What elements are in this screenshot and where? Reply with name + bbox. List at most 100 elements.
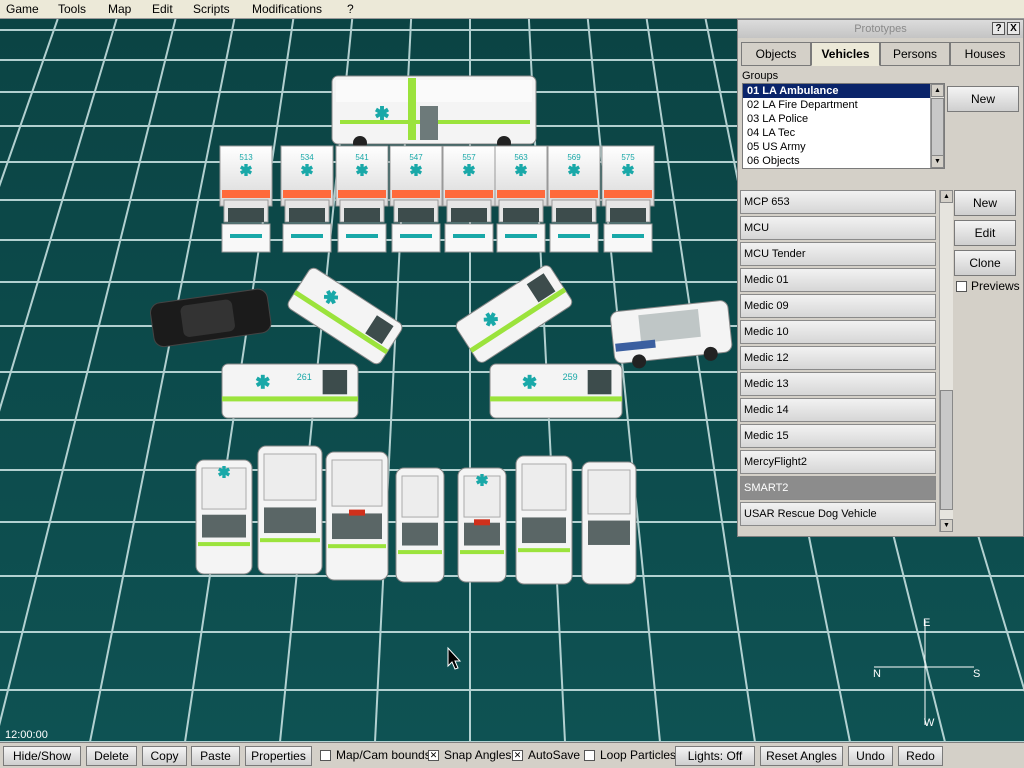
- compass-north-label: N: [873, 668, 881, 680]
- vehicle-list-item[interactable]: Medic 14: [740, 398, 936, 422]
- vehicle-list-item[interactable]: MercyFlight2: [740, 450, 936, 474]
- vehicle-list[interactable]: MCP 653 MCU MCU Tender Medic 01 Medic 09 Medi…: [740, 190, 950, 532]
- response-vehicle: [257, 445, 323, 575]
- response-vehicle: [195, 459, 253, 575]
- menu-game[interactable]: Game: [6, 2, 39, 16]
- edit-vehicle-button[interactable]: Edit: [954, 220, 1016, 246]
- loop-particles-checkbox[interactable]: [584, 750, 595, 761]
- vehicle-list-item[interactable]: MCU Tender: [740, 242, 936, 266]
- copy-button[interactable]: Copy: [142, 746, 187, 766]
- vehicle-list-item[interactable]: Medic 15: [740, 424, 936, 448]
- bus-vehicle: [331, 75, 537, 150]
- unit-number: 534: [300, 153, 314, 162]
- vehicle-list-item[interactable]: Medic 01: [740, 268, 936, 292]
- unit-number: 563: [514, 153, 528, 162]
- box-ambulance: 534: [280, 145, 334, 253]
- scroll-up-icon[interactable]: ▲: [940, 190, 953, 203]
- delete-button[interactable]: Delete: [86, 746, 137, 766]
- scroll-thumb[interactable]: [940, 390, 953, 510]
- compass-south-label: S: [973, 668, 981, 680]
- groups-list[interactable]: 01 LA Ambulance 02 LA Fire Department 03 L…: [742, 83, 945, 169]
- vehicle-list-item[interactable]: USAR Rescue Dog Vehicle: [740, 502, 936, 526]
- menu-map[interactable]: Map: [108, 2, 131, 16]
- tab-houses[interactable]: Houses: [950, 42, 1020, 66]
- unit-number: 541: [355, 153, 369, 162]
- tab-persons[interactable]: Persons: [880, 42, 950, 66]
- paste-button[interactable]: Paste: [191, 746, 240, 766]
- close-icon[interactable]: X: [1007, 22, 1020, 35]
- help-button[interactable]: ?: [992, 22, 1005, 35]
- vehicle-list-scrollbar[interactable]: ▲ ▼: [939, 190, 953, 532]
- menu-bar: Game Tools Map Edit Scripts Modification…: [0, 0, 1024, 19]
- unit-number: 547: [409, 153, 423, 162]
- bottom-toolbar: Hide/Show Delete Copy Paste Properties M…: [0, 742, 1024, 768]
- scroll-down-icon[interactable]: ▼: [940, 519, 953, 532]
- menu-edit[interactable]: Edit: [152, 2, 173, 16]
- tab-vehicles[interactable]: Vehicles: [811, 42, 880, 66]
- vehicle-list-item[interactable]: Medic 09: [740, 294, 936, 318]
- tab-objects[interactable]: Objects: [741, 42, 811, 66]
- menu-scripts[interactable]: Scripts: [193, 2, 230, 16]
- response-vehicle: [325, 451, 389, 581]
- box-ambulance: 513: [219, 145, 273, 253]
- group-item[interactable]: 01 LA Ambulance: [743, 84, 944, 98]
- group-item[interactable]: 02 LA Fire Department: [743, 98, 944, 112]
- box-ambulance: 569: [547, 145, 601, 253]
- clone-vehicle-button[interactable]: Clone: [954, 250, 1016, 276]
- new-vehicle-button[interactable]: New: [954, 190, 1016, 216]
- reset-angles-button[interactable]: Reset Angles: [760, 746, 843, 766]
- lights-button[interactable]: Lights: Off: [675, 746, 755, 766]
- previews-label: Previews: [971, 279, 1020, 293]
- snap-angles-label: Snap Angles: [444, 748, 512, 762]
- van-ambulance: 259: [489, 363, 623, 419]
- panel-title: Prototypes: [738, 20, 1023, 38]
- unit-number: 261: [297, 372, 312, 382]
- box-ambulance: 575: [601, 145, 655, 253]
- scroll-thumb[interactable]: [931, 98, 944, 156]
- unit-number: 569: [567, 153, 581, 162]
- van-ambulance: 261: [221, 363, 359, 419]
- unit-number: 259: [563, 372, 578, 382]
- vehicle-list-item[interactable]: SMART2: [740, 476, 936, 500]
- compass-west-label: W: [924, 717, 935, 729]
- prototypes-panel: Prototypes ? X Objects Vehicles Persons …: [737, 19, 1024, 537]
- group-item[interactable]: 03 LA Police: [743, 112, 944, 126]
- menu-modifications[interactable]: Modifications: [252, 2, 322, 16]
- vehicle-list-item[interactable]: Medic 13: [740, 372, 936, 396]
- unit-number: 575: [621, 153, 635, 162]
- scroll-up-icon[interactable]: ▲: [931, 84, 944, 97]
- loop-particles-label: Loop Particles: [600, 748, 677, 762]
- groups-scrollbar[interactable]: ▲ ▼: [930, 84, 944, 168]
- response-vehicle: [395, 467, 445, 583]
- box-ambulance: 557: [442, 145, 496, 253]
- map-cam-bounds-checkbox[interactable]: [320, 750, 331, 761]
- map-cam-bounds-label: Map/Cam bounds: [336, 748, 431, 762]
- vehicle-list-item[interactable]: Medic 10: [740, 320, 936, 344]
- menu-tools[interactable]: Tools: [58, 2, 86, 16]
- undo-button[interactable]: Undo: [848, 746, 893, 766]
- box-ambulance: 563: [494, 145, 548, 253]
- redo-button[interactable]: Redo: [898, 746, 943, 766]
- compass-east-label: E: [923, 617, 931, 629]
- group-item[interactable]: 04 LA Tec: [743, 126, 944, 140]
- properties-button[interactable]: Properties: [245, 746, 312, 766]
- groups-label: Groups: [742, 70, 779, 82]
- autosave-checkbox[interactable]: ✕: [512, 750, 523, 761]
- new-group-button[interactable]: New: [947, 86, 1019, 112]
- game-time: 12:00:00: [5, 729, 48, 741]
- menu-help[interactable]: ?: [347, 2, 354, 16]
- autosave-label: AutoSave: [528, 748, 581, 762]
- group-item[interactable]: 05 US Army: [743, 140, 944, 154]
- box-ambulance: 541: [335, 145, 389, 253]
- hide-show-button[interactable]: Hide/Show: [3, 746, 81, 766]
- vehicle-list-item[interactable]: MCP 653: [740, 190, 936, 214]
- group-item[interactable]: 06 Objects: [743, 154, 944, 168]
- unit-number: 513: [239, 153, 253, 162]
- scroll-down-icon[interactable]: ▼: [931, 155, 944, 168]
- vehicle-list-item[interactable]: Medic 12: [740, 346, 936, 370]
- previews-checkbox[interactable]: [956, 281, 967, 292]
- response-vehicle: [581, 461, 637, 585]
- snap-angles-checkbox[interactable]: ✕: [428, 750, 439, 761]
- unit-number: 557: [462, 153, 476, 162]
- vehicle-list-item[interactable]: MCU: [740, 216, 936, 240]
